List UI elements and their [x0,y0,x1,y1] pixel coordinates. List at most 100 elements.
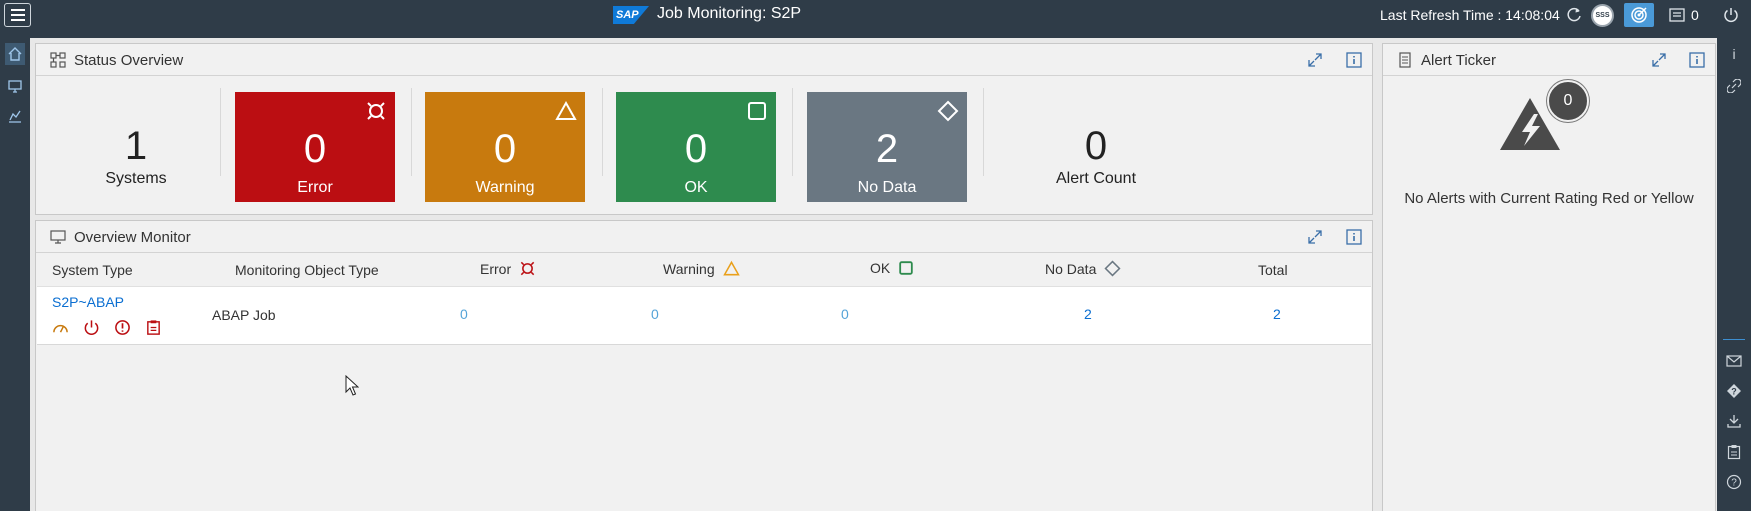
gauge-icon[interactable] [52,319,69,336]
no-data-tile[interactable]: 2 No Data [807,92,967,202]
overview-monitor-panel: Overview Monitor System Type Monitoring … [35,220,1373,511]
system-type-link[interactable]: S2P~ABAP [52,294,124,310]
warning-triangle-icon [555,100,577,120]
error-sun-icon [520,261,535,276]
column-label: System Type [52,262,133,278]
analytics-icon[interactable] [5,105,25,127]
column-header-system-type[interactable]: System Type [52,262,133,278]
target-icon[interactable] [1624,3,1654,27]
info-icon[interactable] [1346,229,1362,245]
no-data-count-cell[interactable]: 2 [1084,306,1092,322]
error-count: 0 [303,127,327,171]
app-title: Job Monitoring: S2P [657,5,802,22]
status-overview-title: Status Overview [74,52,184,69]
monitor-icon[interactable] [5,75,25,97]
notification-count[interactable]: 0 [1691,7,1699,23]
home-icon[interactable] [5,43,25,65]
column-label: No Data [1045,260,1097,277]
clipboard-icon[interactable] [1724,442,1744,462]
alert-ticker-title: Alert Ticker [1421,52,1497,69]
systems-kpi[interactable]: 1 Systems [76,124,196,188]
error-count-cell[interactable]: 0 [460,306,468,322]
help-icon[interactable]: ? [1724,472,1744,492]
email-icon[interactable] [1724,351,1744,371]
alert-count-badge: 0 [1547,80,1589,122]
alert-circle-icon[interactable] [114,319,131,336]
alert-ticker-header: Alert Ticker [1383,44,1715,76]
ticker-list-icon [1399,52,1411,68]
alert-ticker-panel: Alert Ticker 0 No Alerts with Current Ra… [1382,43,1716,511]
column-label: OK [870,260,891,276]
ok-count: 0 [684,127,708,171]
expand-icon[interactable] [1307,229,1323,245]
help-diamond-icon[interactable]: ? [1724,381,1744,401]
info-icon[interactable]: i [1724,44,1744,64]
column-label: Error [480,260,512,277]
error-tile[interactable]: 0 Error [235,92,395,202]
monitor-icon [50,230,66,244]
overview-monitor-title: Overview Monitor [74,229,191,246]
no-data-diamond-icon [937,100,959,122]
ok-tile[interactable]: 0 OK [616,92,776,202]
divider [602,88,603,176]
ok-count-cell[interactable]: 0 [841,306,849,322]
expand-icon[interactable] [1307,52,1323,68]
left-navigation-bar [0,38,30,511]
status-overview-panel: Status Overview 1 Systems 0 Error 0 Warn… [35,43,1373,215]
warning-triangle-icon [722,260,740,276]
column-header-ok[interactable]: OK [870,260,914,276]
column-header-no-data[interactable]: No Data [1045,260,1121,277]
svg-text:?: ? [1731,387,1737,397]
column-label: Total [1258,262,1288,278]
power-icon[interactable] [83,319,100,336]
ok-square-icon [748,102,766,120]
column-header-monitoring-object-type[interactable]: Monitoring Object Type [235,262,379,278]
system-action-icons [52,319,162,336]
column-label: Monitoring Object Type [235,262,379,278]
security-badge-icon[interactable]: SSS [1591,4,1614,27]
link-icon[interactable] [1724,76,1744,96]
systems-count: 1 [124,124,148,168]
notifications-icon[interactable] [1668,5,1686,25]
refresh-icon[interactable] [1564,5,1584,25]
sap-logo: SAP [613,6,649,24]
right-tool-bar: i ? ? [1717,38,1751,511]
warning-count-cell[interactable]: 0 [651,306,659,322]
column-header-error[interactable]: Error [480,260,536,277]
error-label: Error [297,179,333,196]
hierarchy-icon [50,52,66,68]
download-icon[interactable] [1724,411,1744,431]
hamburger-menu-button[interactable] [4,3,31,27]
toolbar-separator [1723,339,1745,340]
warning-tile[interactable]: 0 Warning [425,92,585,202]
warning-label: Warning [475,179,535,196]
table-row[interactable]: S2P~ABAP ABAP Job 0 0 0 2 2 [37,286,1371,345]
last-refresh-time: Last Refresh Time : 14:08:04 [1380,7,1560,23]
no-data-diamond-icon [1104,260,1121,277]
divider [983,88,984,176]
overview-monitor-header: Overview Monitor [36,221,1372,253]
total-count-cell[interactable]: 2 [1273,306,1281,322]
shell-bar: SAP Job Monitoring: S2P Last Refresh Tim… [0,0,1751,30]
status-overview-header: Status Overview [36,44,1372,76]
divider [792,88,793,176]
no-alerts-message: No Alerts with Current Rating Red or Yel… [1404,190,1694,207]
column-header-total[interactable]: Total [1258,262,1288,278]
expand-icon[interactable] [1651,52,1667,68]
clipboard-icon[interactable] [145,319,162,336]
info-icon[interactable] [1346,52,1362,68]
error-sun-icon [367,102,385,120]
systems-label: Systems [105,170,167,187]
alert-count-kpi[interactable]: 0 Alert Count [1026,124,1166,188]
ok-square-icon [899,261,913,275]
no-data-count: 2 [875,127,899,171]
no-data-label: No Data [857,179,917,196]
ok-label: OK [684,179,708,196]
power-icon[interactable] [1720,5,1742,25]
column-label: Warning [663,260,715,277]
info-icon[interactable] [1689,52,1705,68]
divider [411,88,412,176]
alert-count-label: Alert Count [1055,170,1137,187]
column-header-warning[interactable]: Warning [663,260,740,277]
alert-count-value: 0 [1084,124,1108,168]
